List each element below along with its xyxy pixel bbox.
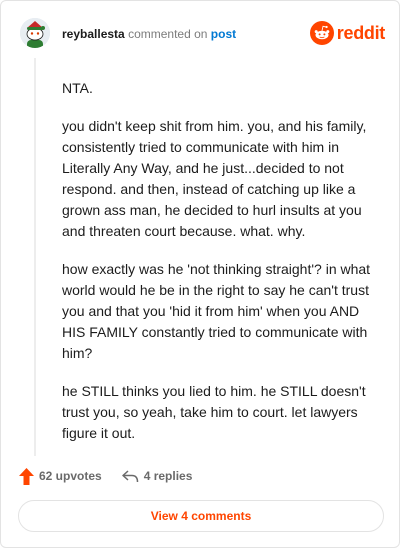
reddit-logo[interactable]: reddit — [309, 21, 386, 45]
comment-paragraph: how exactly was he 'not thinking straigh… — [62, 261, 371, 361]
username-link[interactable]: reyballesta — [62, 27, 125, 41]
commented-on-text: commented on — [128, 27, 208, 41]
upvote-button[interactable]: 62 upvotes — [19, 467, 102, 485]
reddit-snoo-icon — [309, 21, 334, 45]
reddit-wordmark: reddit — [336, 23, 386, 43]
comment-paragraph: he STILL thinks you lied to him. he STIL… — [62, 383, 366, 441]
upvote-count: 62 upvotes — [39, 469, 102, 483]
reply-count: 4 replies — [143, 469, 193, 483]
comment-paragraph: you didn't keep shit from him. you, and … — [62, 118, 367, 239]
thread-line[interactable] — [34, 58, 36, 456]
snoo-avatar-icon — [20, 18, 50, 48]
reply-icon — [121, 469, 138, 482]
comment-actions: 62 upvotes 4 replies — [19, 467, 192, 485]
comment-paragraph: NTA. — [62, 80, 93, 96]
comment-header: reyballesta commented on post reddit — [20, 18, 386, 50]
view-comments-button[interactable]: View 4 comments — [18, 500, 384, 532]
post-link[interactable]: post — [211, 27, 236, 41]
comment-meta: reyballesta commented on post — [62, 27, 236, 41]
replies-button[interactable]: 4 replies — [121, 469, 193, 483]
user-avatar[interactable] — [20, 18, 50, 48]
comment-card: reyballesta commented on post reddit NTA… — [0, 0, 400, 548]
comment-body: NTA. you didn't keep shit from him. you,… — [62, 78, 374, 461]
upvote-arrow-icon — [19, 467, 34, 485]
view-comments-label: View 4 comments — [150, 509, 252, 523]
